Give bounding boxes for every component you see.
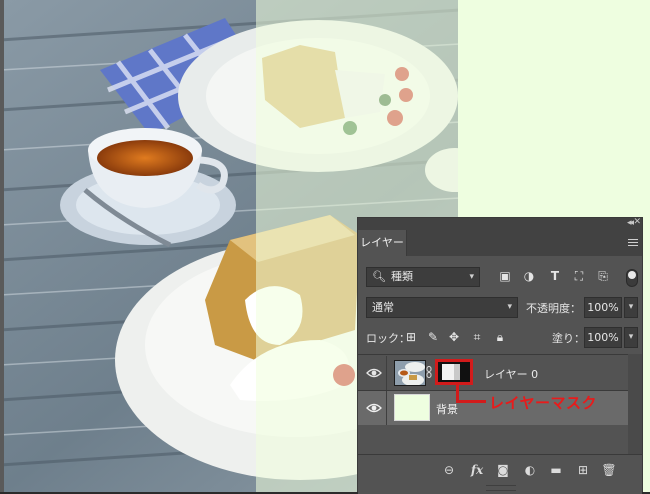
image-filter-icon[interactable]: ▣ — [498, 267, 512, 285]
filter-row: 🔍︎ 種類 ▾ ▣ ◑ T ⛶ ⎘ — [358, 265, 642, 289]
filter-toggle[interactable] — [626, 269, 638, 287]
lock-transparent-icon[interactable]: ⊞ — [404, 328, 418, 346]
new-layer-icon[interactable]: ⊞ — [574, 461, 592, 479]
lock-position-icon[interactable]: ✥ — [447, 328, 461, 346]
adjustment-layer-icon[interactable]: ◐ — [521, 461, 539, 479]
panel-titlebar[interactable]: ◂◂ ✕ — [358, 217, 642, 230]
fx-icon[interactable]: fx — [468, 461, 486, 479]
layer-thumbnail[interactable] — [394, 394, 430, 421]
blend-row: 通常 ▾ 不透明度： 100% ▾ — [358, 297, 642, 319]
double-chevron-right-icon[interactable]: ◂◂ — [627, 218, 634, 228]
search-icon: 🔍︎ — [372, 270, 386, 283]
eye-icon[interactable] — [366, 400, 382, 416]
panel-resize-grip[interactable] — [486, 485, 516, 491]
divider — [386, 391, 387, 425]
add-mask-icon[interactable]: ◙ — [494, 461, 512, 479]
link-layers-icon[interactable]: ⊖ — [440, 461, 458, 479]
eye-icon[interactable] — [366, 365, 382, 381]
layer-mask-thumbnail[interactable] — [435, 359, 473, 385]
filter-kind-select[interactable]: 🔍︎ 種類 ▾ — [366, 267, 480, 287]
panel-tab-bar: レイヤー — [358, 230, 642, 256]
fill-input[interactable]: 100% — [584, 327, 622, 348]
new-group-icon[interactable]: ▬ — [547, 461, 565, 479]
adjustment-filter-icon[interactable]: ◑ — [522, 267, 536, 285]
blend-mode-select[interactable]: 通常 ▾ — [366, 297, 518, 318]
blend-mode-value: 通常 — [372, 301, 394, 314]
fill-label: 塗り： — [552, 332, 585, 345]
tab-layers[interactable]: レイヤー — [358, 230, 407, 256]
lock-artboard-icon[interactable]: ⌗ — [470, 328, 484, 346]
layer-thumbnail[interactable] — [394, 360, 426, 386]
chevron-down-icon: ▾ — [469, 272, 474, 282]
fill-dropdown-button[interactable]: ▾ — [624, 327, 638, 348]
opacity-label: 不透明度： — [526, 302, 581, 315]
layers-scrollbar[interactable] — [628, 354, 642, 454]
layer-name[interactable]: 背景 — [436, 401, 458, 417]
chevron-down-icon: ▾ — [507, 302, 512, 312]
chain-link-icon[interactable] — [426, 366, 432, 378]
type-filter-icon[interactable]: T — [548, 267, 562, 285]
layers-panel: ◂◂ ✕ レイヤー 🔍︎ 種類 ▾ ▣ ◑ T ⛶ ⎘ 通常 ▾ 不透明度： 1… — [357, 217, 643, 494]
lock-all-icon[interactable]: 🔒︎ — [493, 328, 507, 346]
hamburger-menu-icon[interactable] — [628, 239, 638, 247]
lock-image-icon[interactable]: ✎ — [426, 328, 440, 346]
lock-row: ロック： ⊞ ✎ ✥ ⌗ 🔒︎ 塗り： 100% ▾ — [358, 327, 642, 349]
filter-kind-value: 種類 — [391, 270, 413, 283]
opacity-dropdown-button[interactable]: ▾ — [624, 297, 638, 318]
panel-footer: ⊖ fx ◙ ◐ ▬ ⊞ 🗑︎ — [358, 454, 642, 494]
divider — [386, 356, 387, 390]
layer-row-layer0[interactable]: レイヤー 0 — [358, 356, 628, 390]
canvas-edge — [0, 0, 4, 492]
trash-icon[interactable]: 🗑︎ — [600, 461, 618, 479]
callout-connector-horizontal — [456, 400, 486, 403]
close-icon[interactable]: ✕ — [633, 217, 641, 227]
smart-object-filter-icon[interactable]: ⎘ — [596, 267, 610, 285]
layer-name[interactable]: レイヤー 0 — [484, 366, 538, 382]
shape-filter-icon[interactable]: ⛶ — [572, 267, 586, 285]
opacity-input[interactable]: 100% — [584, 297, 622, 318]
layer-mask-callout: レイヤーマスク — [489, 394, 598, 412]
